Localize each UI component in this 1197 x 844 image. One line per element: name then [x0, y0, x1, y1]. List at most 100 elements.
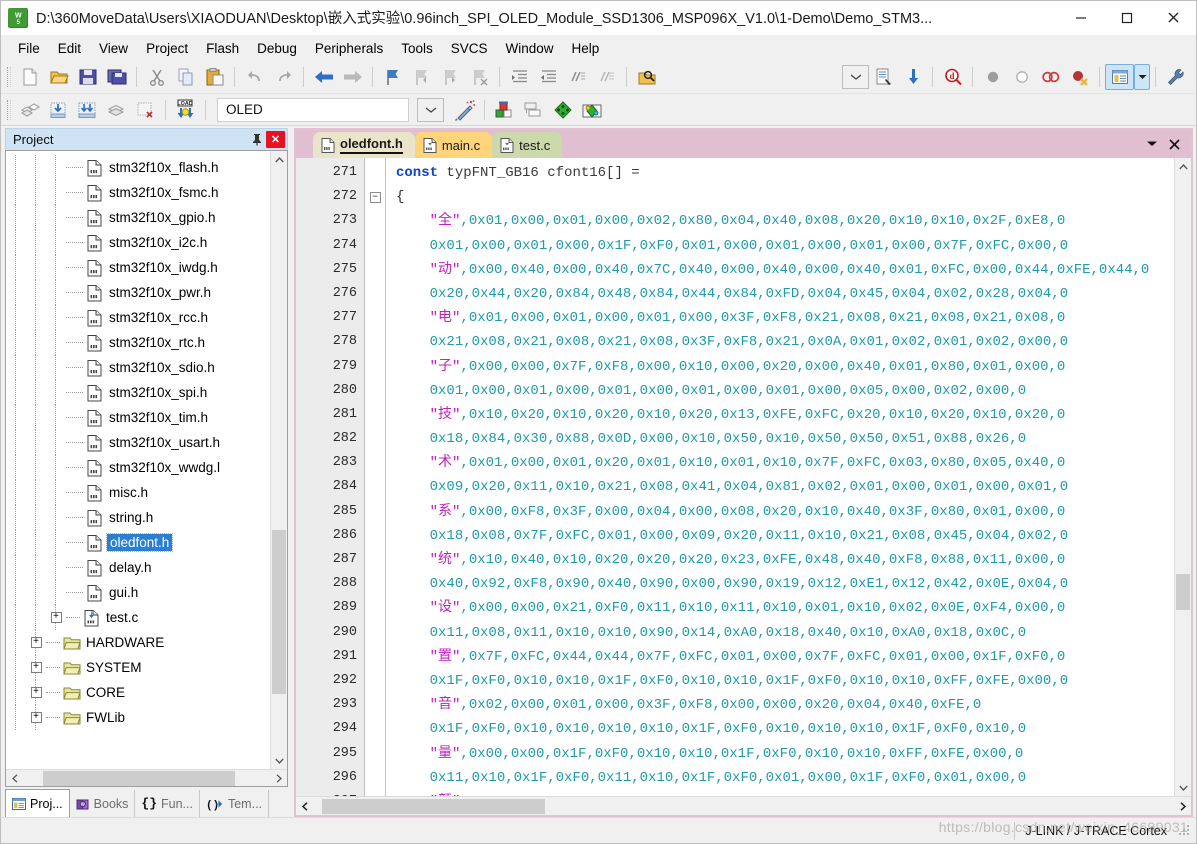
scroll-left-icon[interactable]: [296, 798, 313, 815]
find-in-files-icon[interactable]: [632, 64, 661, 90]
menu-tools[interactable]: Tools: [392, 38, 442, 59]
tree-item-stm32f10x-i2c-h[interactable]: stm32f10x_i2c.h: [6, 230, 270, 255]
manage-project-items-icon[interactable]: [490, 97, 519, 123]
panel-tab-functions[interactable]: {} Fun...: [135, 790, 200, 817]
manage-multi-project-icon[interactable]: [519, 97, 548, 123]
vscroll-thumb[interactable]: [1176, 573, 1190, 610]
pin-icon[interactable]: [248, 131, 266, 149]
menu-view[interactable]: View: [90, 38, 137, 59]
save-all-icon[interactable]: [102, 64, 131, 90]
translate-icon[interactable]: [15, 97, 44, 123]
scroll-down-icon[interactable]: [271, 752, 287, 769]
hscroll-track[interactable]: [313, 798, 1174, 815]
tree-item-stm32f10x-flash-h[interactable]: stm32f10x_flash.h: [6, 155, 270, 180]
code-text[interactable]: const typFNT_GB16 cfont16[] ={ "全",0x01,…: [386, 158, 1174, 796]
copy-icon[interactable]: [171, 64, 200, 90]
scroll-up-icon[interactable]: [271, 151, 287, 168]
menu-debug[interactable]: Debug: [248, 38, 306, 59]
scroll-right-icon[interactable]: [270, 770, 287, 787]
panel-tab-books[interactable]: ? Books: [69, 790, 136, 817]
tree-item-oledfont-h[interactable]: oledfont.h: [6, 530, 270, 555]
download-icon[interactable]: LOAD: [171, 97, 200, 123]
tree-item-stm32f10x-gpio-h[interactable]: stm32f10x_gpio.h: [6, 205, 270, 230]
target-options-magic-icon[interactable]: [450, 97, 479, 123]
manage-run-time-env-icon[interactable]: [577, 97, 606, 123]
scroll-left-icon[interactable]: [6, 770, 23, 787]
resize-grip[interactable]: [1177, 822, 1193, 839]
comment-icon[interactable]: [563, 64, 592, 90]
breakpoint-kill-icon[interactable]: [1065, 64, 1094, 90]
redo-icon[interactable]: [269, 64, 298, 90]
tree-item-core[interactable]: + CORE: [6, 680, 270, 705]
tree-item-delay-h[interactable]: delay.h: [6, 555, 270, 580]
debug-settings-icon[interactable]: [869, 64, 898, 90]
menu-flash[interactable]: Flash: [197, 38, 248, 59]
vscroll-thumb[interactable]: [272, 530, 286, 694]
target-select-dropdown-icon[interactable]: [417, 97, 444, 122]
bookmark-prev-icon[interactable]: [407, 64, 436, 90]
open-folder-icon[interactable]: [44, 64, 73, 90]
tree-expand-toggle[interactable]: +: [26, 680, 46, 705]
tree-expand-toggle[interactable]: +: [26, 705, 46, 730]
tree-item-stm32f10x-wwdg-l[interactable]: stm32f10x_wwdg.l: [6, 455, 270, 480]
menu-file[interactable]: File: [9, 38, 49, 59]
stop-build-icon[interactable]: [131, 97, 160, 123]
tree-item-stm32f10x-sdio-h[interactable]: stm32f10x_sdio.h: [6, 355, 270, 380]
menu-peripherals[interactable]: Peripherals: [306, 38, 392, 59]
close-icon[interactable]: ✕: [266, 131, 285, 148]
target-select[interactable]: OLED: [217, 97, 409, 122]
window-layout-dropdown-icon[interactable]: [1134, 64, 1150, 90]
find-icon[interactable]: d: [938, 64, 967, 90]
hscroll-thumb[interactable]: [321, 798, 546, 814]
indent-icon[interactable]: [505, 64, 534, 90]
window-layout-icon[interactable]: [1105, 64, 1134, 90]
editor-tab-oledfont-h[interactable]: oledfont.h: [313, 132, 415, 158]
pack-installer-icon[interactable]: [548, 97, 577, 123]
toolbar-grip[interactable]: [7, 67, 11, 87]
panel-tab-project[interactable]: Proj...: [5, 789, 70, 818]
tree-item-test-c[interactable]: + test.c: [6, 605, 270, 630]
save-icon[interactable]: [73, 64, 102, 90]
bookmark-clear-icon[interactable]: [465, 64, 494, 90]
tree-expand-toggle[interactable]: +: [26, 630, 46, 655]
tree-item-stm32f10x-spi-h[interactable]: stm32f10x_spi.h: [6, 380, 270, 405]
bookmark-next-icon[interactable]: [436, 64, 465, 90]
tree-item-stm32f10x-pwr-h[interactable]: stm32f10x_pwr.h: [6, 280, 270, 305]
rebuild-icon[interactable]: [73, 97, 102, 123]
tree-item-gui-h[interactable]: gui.h: [6, 580, 270, 605]
tree-item-stm32f10x-fsmc-h[interactable]: stm32f10x_fsmc.h: [6, 180, 270, 205]
project-tree-hscrollbar[interactable]: [6, 769, 287, 786]
scroll-right-icon[interactable]: [1174, 798, 1191, 815]
editor-tab-main-c[interactable]: main.c: [414, 132, 493, 158]
fold-marker[interactable]: –: [365, 185, 385, 209]
menu-project[interactable]: Project: [137, 38, 197, 59]
outdent-icon[interactable]: [534, 64, 563, 90]
tree-item-system[interactable]: + SYSTEM: [6, 655, 270, 680]
chevron-down-icon[interactable]: [1141, 131, 1163, 157]
tree-expand-toggle[interactable]: +: [46, 605, 66, 630]
hscroll-track[interactable]: [23, 770, 270, 787]
menu-svcs[interactable]: SVCS: [442, 38, 497, 59]
minimize-button[interactable]: [1058, 1, 1104, 35]
fold-collapse-icon[interactable]: –: [369, 191, 381, 203]
code-fold-column[interactable]: –: [364, 158, 386, 796]
code-editor[interactable]: 271 272 273 274 275 276 277 278 279 280 281 282 283 2…: [296, 158, 1174, 796]
panel-tab-templates[interactable]: () Tem...: [199, 790, 270, 817]
tree-item-stm32f10x-rcc-h[interactable]: stm32f10x_rcc.h: [6, 305, 270, 330]
vscroll-track[interactable]: [271, 168, 287, 752]
tree-item-misc-h[interactable]: misc.h: [6, 480, 270, 505]
maximize-button[interactable]: [1104, 1, 1150, 35]
vscroll-track[interactable]: [1175, 175, 1191, 779]
uncomment-icon[interactable]: [592, 64, 621, 90]
tree-item-string-h[interactable]: string.h: [6, 505, 270, 530]
navigate-back-icon[interactable]: [309, 64, 338, 90]
close-icon[interactable]: [1163, 131, 1185, 157]
tree-item-stm32f10x-usart-h[interactable]: stm32f10x_usart.h: [6, 430, 270, 455]
tree-item-stm32f10x-iwdg-h[interactable]: stm32f10x_iwdg.h: [6, 255, 270, 280]
undo-icon[interactable]: [240, 64, 269, 90]
tree-item-stm32f10x-rtc-h[interactable]: stm32f10x_rtc.h: [6, 330, 270, 355]
bookmark-toggle-icon[interactable]: [378, 64, 407, 90]
toolbar-grip[interactable]: [7, 99, 11, 120]
build-icon[interactable]: [44, 97, 73, 123]
tree-expand-toggle[interactable]: +: [26, 655, 46, 680]
